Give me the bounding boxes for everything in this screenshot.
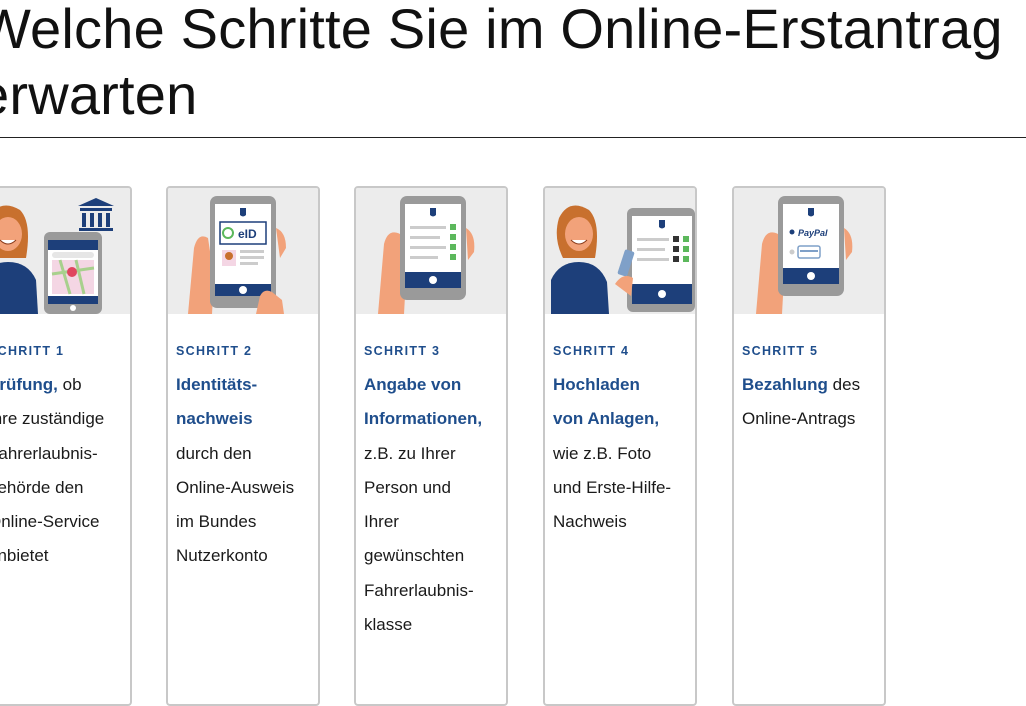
- step-card-3: SCHRITT 3 Angabe von Informationen, z.B.…: [354, 186, 508, 706]
- step-5-inline-text: des: [827, 375, 861, 394]
- paypal-label: PayPal: [798, 228, 828, 238]
- step-4-line: wie z.B. Foto: [553, 443, 652, 463]
- step-1-description: Prüfung, ob Ihre zuständige Fahrerlaubni…: [0, 368, 128, 574]
- page-title-line-1: Welche Schritte Sie im Online-Erstantrag: [0, 0, 1003, 60]
- step-1-line: anbietet: [0, 546, 49, 566]
- step-4-line: Nachweis: [553, 512, 627, 532]
- step-2-line: Nutzerkonto: [176, 546, 268, 566]
- step-2-label: SCHRITT 2: [176, 344, 253, 358]
- title-divider: [0, 137, 1026, 138]
- step-3-highlight: Informationen,: [364, 409, 483, 429]
- step-4-description: Hochladen von Anlagen, wie z.B. Foto und…: [553, 368, 693, 539]
- payment-phone-illustration: PayPal: [734, 188, 884, 314]
- step-1-highlight: Prüfung,: [0, 375, 58, 394]
- eid-badge: eID: [238, 227, 257, 241]
- page-title: Welche Schritte Sie im Online-Erstantrag…: [0, 0, 1003, 128]
- step-5-description: Bezahlung des Online-Antrags: [742, 368, 882, 437]
- eid-phone-illustration: eID: [168, 188, 318, 314]
- step-card-1: SCHRITT 1 Prüfung, ob Ihre zuständige Fa…: [0, 186, 132, 706]
- step-1-label: SCHRITT 1: [0, 344, 65, 358]
- step-2-description: Identitäts- nachweis durch den Online-Au…: [176, 368, 316, 574]
- step-1-inline-text: ob: [57, 375, 82, 394]
- step-5-line: Online-Antrags: [742, 409, 856, 429]
- page-title-line-2: erwarten: [0, 63, 198, 126]
- step-3-label: SCHRITT 3: [364, 344, 441, 358]
- step-2-line: durch den: [176, 443, 252, 463]
- step-2-highlight: Identitäts-: [176, 375, 258, 394]
- step-5-label: SCHRITT 5: [742, 344, 819, 358]
- form-checklist-illustration: [356, 188, 506, 314]
- step-card-5: PayPal SCHRITT 5 Bezahlung des Online-An…: [732, 186, 886, 706]
- map-phone-authority-illustration: [0, 188, 130, 314]
- step-1-line: Fahrerlaubnis-: [0, 443, 98, 463]
- step-3-line: gewünschten: [364, 546, 465, 566]
- step-3-line: Fahrerlaubnis-: [364, 580, 474, 600]
- step-3-description: Angabe von Informationen, z.B. zu Ihrer …: [364, 368, 504, 642]
- step-3-line: Person und: [364, 477, 451, 497]
- step-4-label: SCHRITT 4: [553, 344, 630, 358]
- step-1-line: Online-Service: [0, 512, 100, 532]
- step-4-line: und Erste-Hilfe-: [553, 477, 672, 497]
- step-5-highlight: Bezahlung: [742, 375, 828, 394]
- step-1-line: behörde den: [0, 477, 84, 497]
- step-3-line: klasse: [364, 615, 413, 635]
- step-4-highlight: von Anlagen,: [553, 409, 660, 429]
- step-2-line: im Bundes: [176, 512, 257, 532]
- step-1-line: Ihre zuständige: [0, 409, 105, 429]
- step-3-line: Ihrer: [364, 512, 399, 532]
- step-3-highlight: Angabe von: [364, 375, 462, 394]
- step-3-line: z.B. zu Ihrer: [364, 443, 456, 463]
- step-4-highlight: Hochladen: [553, 375, 640, 394]
- step-2-highlight: nachweis: [176, 409, 253, 429]
- step-card-4: SCHRITT 4 Hochladen von Anlagen, wie z.B…: [543, 186, 697, 706]
- step-card-2: eID SCHRITT 2 Identitäts- nachweis durch…: [166, 186, 320, 706]
- upload-tablet-illustration: [545, 188, 695, 314]
- step-2-line: Online-Ausweis: [176, 477, 295, 497]
